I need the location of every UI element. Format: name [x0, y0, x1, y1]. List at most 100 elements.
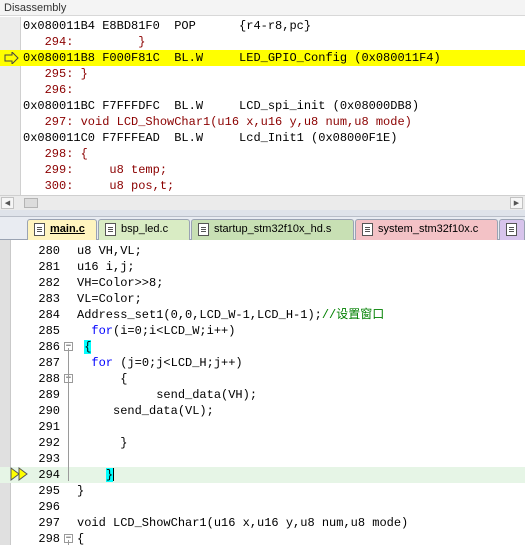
code-token: }	[105, 468, 114, 482]
disassembly-row-text: 0x080011B8 F000F81C BL.W LED_GPIO_Config…	[23, 51, 441, 65]
disassembly-row-text: 300: u8 pos,t;	[23, 179, 175, 193]
code-token: send_data(VH);	[77, 388, 258, 402]
tab-label: main.c	[50, 223, 85, 235]
tab-startup-stm32f10x-hd-s[interactable]: startup_stm32f10x_hd.s	[191, 219, 354, 240]
fold-guide-line	[68, 540, 69, 545]
line-number: 297	[38, 516, 60, 530]
code-token: {	[84, 340, 92, 354]
code-text: {	[77, 531, 84, 545]
code-line[interactable]: 298{−	[0, 531, 525, 545]
tab-bsp-led-c[interactable]: bsp_led.c	[98, 219, 190, 240]
code-line[interactable]: 283 VL=Color;	[0, 291, 525, 307]
code-line[interactable]: 284 Address_set1(0,0,LCD_W-1,LCD_H-1);//设…	[0, 307, 525, 323]
code-line[interactable]: 282 VH=Color>>8;	[0, 275, 525, 291]
scroll-right-button[interactable]: ▶	[510, 197, 523, 209]
code-text: send_data(VL);	[77, 403, 214, 419]
code-text: for (j=0;j<LCD_H;j++)	[77, 355, 243, 371]
tab-label: bsp_led.c	[121, 223, 169, 235]
disassembly-source-row[interactable]: 299: u8 temp;	[0, 162, 525, 178]
scroll-thumb[interactable]	[24, 198, 38, 208]
file-icon	[34, 223, 45, 236]
code-line[interactable]: 297 void LCD_ShowChar1(u16 x,u16 y,u8 num…	[0, 515, 525, 531]
code-token: Address_set1(0,0,LCD_W-1,LCD_H-1);	[77, 308, 322, 322]
file-icon	[105, 223, 116, 236]
tab-label: startup_stm32f10x_hd.s	[214, 223, 332, 235]
code-line[interactable]: 293	[0, 451, 525, 467]
line-number: 296	[38, 500, 60, 514]
disassembly-title: Disassembly	[0, 0, 525, 16]
code-line[interactable]: 287 for (j=0;j<LCD_H;j++)	[0, 355, 525, 371]
disassembly-view[interactable]: 0x080011B4 E8BD81F0 POP {r4-r8,pc} 294: …	[0, 17, 525, 195]
code-line[interactable]: 296	[0, 499, 525, 515]
disassembly-source-row[interactable]: 300: u8 pos,t;	[0, 178, 525, 194]
text-cursor	[113, 468, 115, 482]
code-token: (j=0;j<LCD_H;j++)	[113, 356, 243, 370]
code-line[interactable]: 288 {−	[0, 371, 525, 387]
double-yellow-arrow-icon	[10, 467, 28, 481]
line-number: 286	[38, 340, 60, 354]
disassembly-instruction-row[interactable]: 0x080011BC F7FFFDFC BL.W LCD_spi_init (0…	[0, 98, 525, 114]
panel-splitter[interactable]	[0, 210, 525, 217]
code-line[interactable]: 280 u8 VH,VL;	[0, 243, 525, 259]
code-line[interactable]: 289 send_data(VH);	[0, 387, 525, 403]
code-line[interactable]: 290 send_data(VL);	[0, 403, 525, 419]
code-text: u16 i,j;	[77, 259, 135, 275]
code-token: u8 VH,VL;	[77, 244, 142, 258]
line-number: 282	[38, 276, 60, 290]
code-token: {	[77, 532, 85, 545]
tab-system-stm32f10x-c[interactable]: system_stm32f10x.c	[355, 219, 498, 240]
code-text: }	[77, 435, 127, 451]
disassembly-row-text: 0x080011C0 F7FFFEAD BL.W Lcd_Init1 (0x08…	[23, 131, 398, 145]
code-token: u16 i,j;	[77, 260, 135, 274]
tab-main-c[interactable]: main.c	[27, 219, 97, 241]
code-line[interactable]: 286 {−	[0, 339, 525, 355]
scroll-left-button[interactable]: ◀	[1, 197, 14, 209]
line-number: 280	[38, 244, 60, 258]
line-number: 293	[38, 452, 60, 466]
code-text: Address_set1(0,0,LCD_W-1,LCD_H-1);//设置窗口	[77, 307, 384, 323]
code-text: send_data(VH);	[77, 387, 257, 403]
fold-guide-line	[68, 380, 69, 449]
code-line[interactable]: 285 for(i=0;i<LCD_W;i++)	[0, 323, 525, 339]
disassembly-source-row[interactable]: 297: void LCD_ShowChar1(u16 x,u16 y,u8 n…	[0, 114, 525, 130]
code-line[interactable]: 291	[0, 419, 525, 435]
line-number: 290	[38, 404, 60, 418]
disassembly-source-row[interactable]: 294: }	[0, 34, 525, 50]
code-token: {	[77, 372, 128, 386]
line-number: 283	[38, 292, 60, 306]
tab-overflow[interactable]	[499, 219, 525, 240]
code-line[interactable]: 281 u16 i,j;	[0, 259, 525, 275]
code-line[interactable]: 292 }	[0, 435, 525, 451]
code-text: {	[77, 339, 92, 355]
code-token: (i=0;i<LCD_W;i++)	[113, 324, 236, 338]
disassembly-source-row[interactable]: 298: {	[0, 146, 525, 162]
disassembly-horizontal-scrollbar[interactable]: ◀ ▶	[0, 195, 525, 210]
disassembly-row-text: 299: u8 temp;	[23, 163, 168, 177]
line-number: 298	[38, 532, 60, 545]
editor-tab-strip: main.c bsp_led.c startup_stm32f10x_hd.s …	[0, 217, 525, 241]
disassembly-source-row[interactable]: 296:	[0, 82, 525, 98]
code-line[interactable]: 294 }	[0, 467, 525, 483]
code-comment: //设置窗口	[321, 308, 385, 322]
code-text: }	[77, 467, 115, 483]
disassembly-row-text: 294: }	[23, 35, 146, 49]
line-number: 288	[38, 372, 60, 386]
code-keyword: for	[91, 356, 114, 370]
disassembly-instruction-row[interactable]: 0x080011B8 F000F81C BL.W LED_GPIO_Config…	[0, 50, 525, 66]
line-number: 291	[38, 420, 60, 434]
file-icon	[362, 223, 373, 236]
disassembly-source-row[interactable]: 295: }	[0, 66, 525, 82]
line-number: 292	[38, 436, 60, 450]
disassembly-instruction-row[interactable]: 0x080011C0 F7FFFEAD BL.W Lcd_Init1 (0x08…	[0, 130, 525, 146]
code-text: u8 VH,VL;	[77, 243, 142, 259]
code-line[interactable]: 295}	[0, 483, 525, 499]
code-token: }	[77, 484, 85, 498]
disassembly-instruction-row[interactable]: 0x080011B4 E8BD81F0 POP {r4-r8,pc}	[0, 18, 525, 34]
code-token: send_data(VL);	[77, 404, 214, 418]
tab-label: system_stm32f10x.c	[378, 223, 479, 235]
code-editor[interactable]: 280 u8 VH,VL; 281 u16 i,j; 282 VH=Color>>8; 28…	[0, 240, 525, 545]
file-icon	[198, 223, 209, 236]
